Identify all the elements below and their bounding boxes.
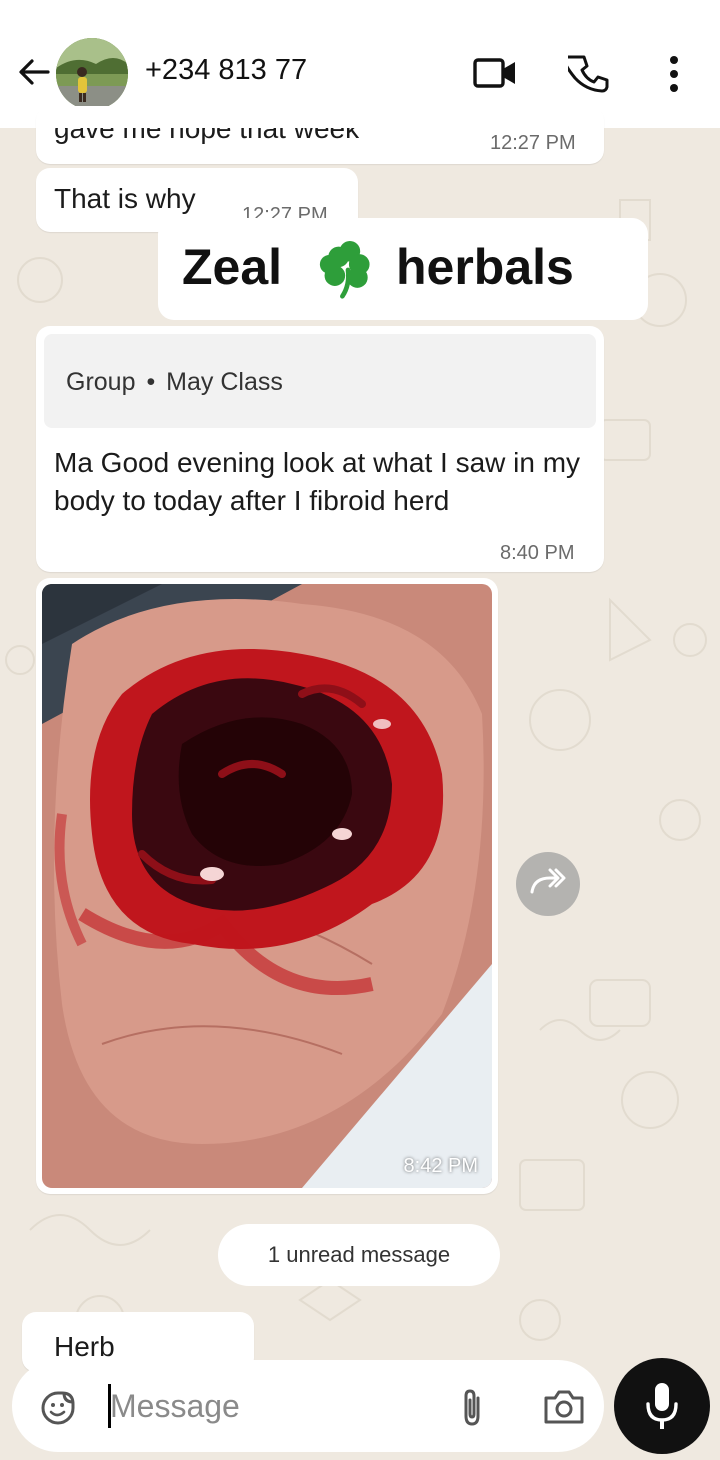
contact-name[interactable]: +234 813 77 (145, 54, 348, 87)
message-bubble[interactable]: gave me hope that week 12:27 PM (36, 106, 604, 164)
quoted-group-name: May Class (166, 368, 283, 396)
quoted-separator: • (146, 368, 156, 396)
quoted-reply[interactable]: Group • May Class (44, 334, 596, 428)
sticker-icon[interactable] (40, 1390, 76, 1426)
message-composer: Message (12, 1360, 604, 1452)
message-text: Ma Good evening look at what I saw in my… (54, 447, 581, 516)
voice-call-icon[interactable] (568, 52, 612, 96)
message-text: That is why (54, 183, 196, 214)
back-arrow-icon[interactable] (14, 52, 54, 92)
message-time: 8:42 PM (403, 1155, 478, 1177)
unread-messages-divider: 1 unread message (218, 1224, 500, 1286)
message-time: 8:40 PM (500, 542, 575, 564)
voice-record-button[interactable] (614, 1358, 710, 1454)
brand-watermark: Zeal herbals (158, 218, 648, 320)
attach-icon[interactable] (456, 1386, 488, 1428)
message-text: gave me hope that week (54, 128, 360, 144)
message-time: 12:27 PM (490, 132, 576, 154)
camera-icon[interactable] (542, 1386, 586, 1426)
forward-icon (530, 868, 566, 894)
contact-avatar[interactable] (56, 38, 128, 110)
unread-count-label: 1 unread message (267, 1242, 451, 1267)
shared-photo[interactable]: 8:42 PM (42, 584, 492, 1188)
message-input[interactable]: Message (110, 1388, 240, 1425)
more-options-icon[interactable] (660, 52, 688, 96)
clipped-text-area: Herb (54, 1328, 234, 1360)
video-call-icon[interactable] (472, 54, 518, 92)
microphone-icon (646, 1383, 678, 1429)
message-text: Herb (54, 1331, 115, 1360)
quoted-group-label: Group (66, 368, 136, 396)
photo-content (42, 584, 492, 1188)
shamrock-icon (319, 240, 370, 299)
forward-button[interactable] (516, 852, 580, 916)
quoted-reply-source: Group • May Class (66, 368, 283, 397)
clipped-text-area: gave me hope that week (54, 128, 454, 152)
watermark-text-left: Zeal (182, 239, 283, 295)
watermark-text-right: herbals (396, 239, 574, 295)
avatar-photo (56, 38, 128, 110)
